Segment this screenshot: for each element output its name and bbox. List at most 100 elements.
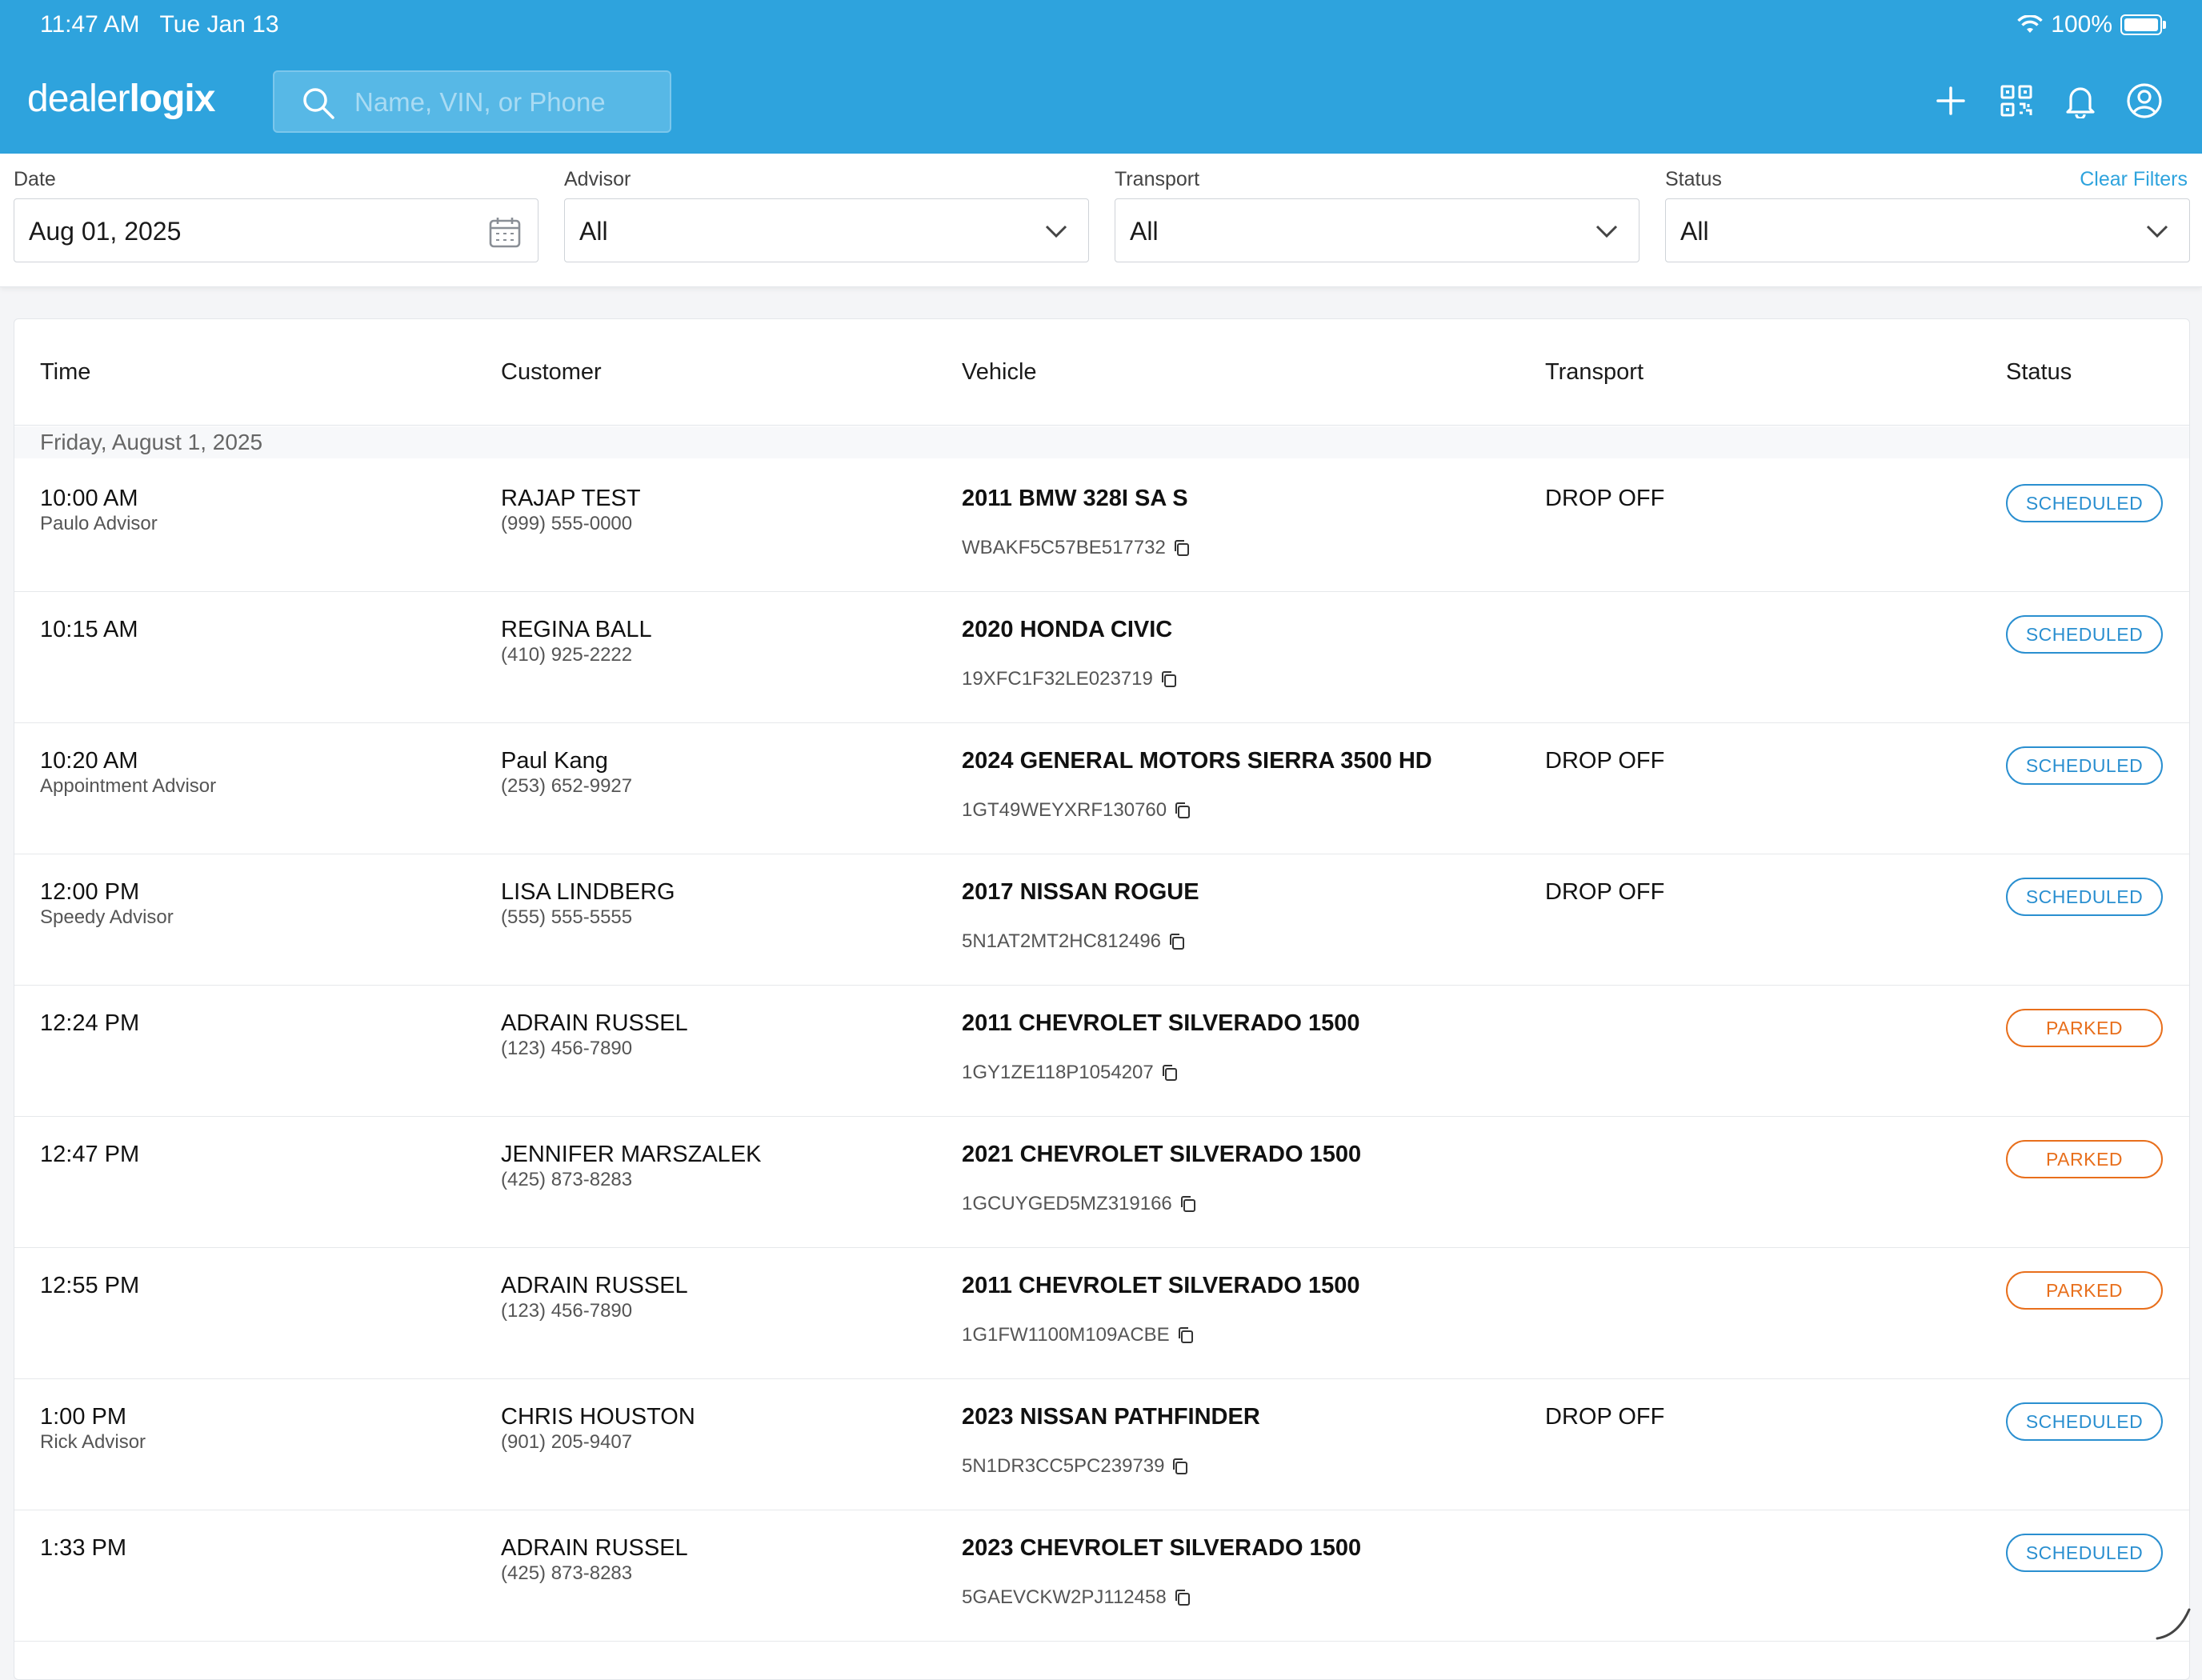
plus-icon[interactable]	[1930, 80, 1972, 122]
appointment-time: 12:24 PM	[40, 1010, 140, 1036]
search-input[interactable]	[353, 72, 660, 133]
customer-phone: (999) 555-0000	[501, 513, 633, 534]
vehicle-description: 2023 CHEVROLET SILVERADO 1500	[962, 1535, 1362, 1561]
advisor-select[interactable]: All	[564, 198, 1089, 262]
transport-select[interactable]: All	[1115, 198, 1639, 262]
vin-text: 1GT49WEYXRF130760	[962, 799, 1167, 821]
calendar-icon	[489, 218, 521, 248]
status-badge: SCHEDULED	[2006, 615, 2163, 654]
account-icon[interactable]	[2124, 80, 2165, 122]
chevron-down-icon	[1595, 225, 1618, 238]
wifi-icon	[2017, 15, 2043, 33]
bell-icon[interactable]	[2060, 80, 2101, 122]
filter-bar: Date Aug 01, 2025 Advisor All Transport …	[0, 154, 2202, 287]
vehicle-description: 2011 BMW 328I SA S	[962, 486, 1188, 511]
advisor-filter-label: Advisor	[564, 168, 631, 190]
table-row[interactable]: 12:24 PM ADRAIN RUSSEL (123) 456-7890 2011 …	[14, 985, 2189, 1117]
vin-field: 1GCUYGED5MZ319166	[962, 1193, 1198, 1215]
transport-type: DROP OFF	[1545, 486, 1665, 511]
vin-text: 1G1FW1100M109ACBE	[962, 1324, 1170, 1346]
chevron-down-icon	[2146, 225, 2168, 238]
date-filter-label: Date	[14, 168, 56, 190]
appointment-time: 12:00 PM	[40, 879, 140, 905]
table-row[interactable]: 10:00 AM Paulo Advisor RAJAP TEST (999) 555…	[14, 460, 2189, 592]
transport-value: All	[1130, 217, 1159, 246]
column-header-transport[interactable]: Transport	[1545, 359, 1643, 386]
status-badge: SCHEDULED	[2006, 878, 2163, 916]
customer-name: LISA LINDBERG	[501, 879, 675, 905]
appointment-time: 10:20 AM	[40, 748, 138, 774]
advisor-name: Appointment Advisor	[40, 775, 217, 797]
advisor-name: Paulo Advisor	[40, 513, 158, 534]
copy-icon[interactable]	[1172, 538, 1191, 558]
copy-icon[interactable]	[1176, 1326, 1195, 1345]
date-group-header: Friday, August 1, 2025	[14, 426, 2189, 458]
vin-text: 19XFC1F32LE023719	[962, 668, 1153, 690]
vehicle-description: 2011 CHEVROLET SILVERADO 1500	[962, 1010, 1360, 1036]
appointment-time: 10:15 AM	[40, 617, 138, 642]
copy-icon[interactable]	[1159, 670, 1179, 689]
customer-phone: (425) 873-8283	[501, 1169, 633, 1190]
chevron-down-icon	[1045, 225, 1067, 238]
status-badge: SCHEDULED	[2006, 484, 2163, 522]
resize-handle-icon[interactable]	[2146, 1595, 2194, 1643]
customer-phone: (425) 873-8283	[501, 1562, 633, 1584]
dealerlogix-logo: dealerlogix	[27, 78, 215, 120]
vin-field: 19XFC1F32LE023719	[962, 668, 1179, 690]
appointment-time: 12:55 PM	[40, 1273, 140, 1298]
battery-percent: 100%	[2051, 11, 2112, 38]
clear-filters-link[interactable]: Clear Filters	[2080, 168, 2188, 191]
vin-text: 1GY1ZE118P1054207	[962, 1062, 1154, 1083]
advisor-name: Rick Advisor	[40, 1431, 146, 1453]
table-row[interactable]: 12:00 PM Speedy Advisor LISA LINDBERG (555)…	[14, 854, 2189, 986]
status-badge: SCHEDULED	[2006, 746, 2163, 785]
copy-icon[interactable]	[1160, 1063, 1179, 1082]
status-badge: SCHEDULED	[2006, 1402, 2163, 1441]
advisor-value: All	[579, 217, 608, 246]
table-row[interactable]: 12:47 PM JENNIFER MARSZALEK (425) 873-8283…	[14, 1116, 2189, 1248]
customer-name: REGINA BALL	[501, 617, 652, 642]
transport-type: DROP OFF	[1545, 1404, 1665, 1430]
copy-icon[interactable]	[1173, 801, 1192, 820]
date-picker[interactable]: Aug 01, 2025	[14, 198, 538, 262]
transport-type: DROP OFF	[1545, 879, 1665, 905]
column-header-time[interactable]: Time	[40, 359, 90, 386]
app-header: 11:47 AM Tue Jan 13 100% dealerlogix	[0, 0, 2202, 154]
copy-icon[interactable]	[1171, 1457, 1190, 1476]
customer-phone: (901) 205-9407	[501, 1431, 633, 1453]
status-select[interactable]: All	[1665, 198, 2190, 262]
table-row[interactable]: 1:00 PM Rick Advisor CHRIS HOUSTON (901) 20…	[14, 1378, 2189, 1510]
search-box[interactable]	[273, 70, 671, 133]
customer-name: ADRAIN RUSSEL	[501, 1273, 688, 1298]
vehicle-description: 2011 CHEVROLET SILVERADO 1500	[962, 1273, 1360, 1298]
column-header-status[interactable]: Status	[2006, 359, 2072, 386]
appointments-table: Time Customer Vehicle Transport Status F…	[14, 318, 2190, 1680]
status-bar-time: 11:47 AM Tue Jan 13	[40, 11, 279, 38]
table-row[interactable]: 1:33 PM ADRAIN RUSSEL (425) 873-8283 2023 C…	[14, 1510, 2189, 1642]
search-icon	[303, 88, 334, 119]
customer-phone: (410) 925-2222	[501, 644, 633, 666]
vin-field: 5N1AT2MT2HC812496	[962, 930, 1187, 953]
copy-icon[interactable]	[1167, 932, 1187, 951]
copy-icon[interactable]	[1179, 1194, 1198, 1214]
copy-icon[interactable]	[1173, 1588, 1192, 1607]
customer-phone: (253) 652-9927	[501, 775, 633, 797]
vin-text: 1GCUYGED5MZ319166	[962, 1193, 1172, 1214]
table-header: Time Customer Vehicle Transport Status	[14, 319, 2189, 426]
battery-icon	[2120, 14, 2166, 35]
status-badge: PARKED	[2006, 1140, 2163, 1178]
qr-code-icon[interactable]	[1996, 80, 2037, 122]
column-header-vehicle[interactable]: Vehicle	[962, 359, 1037, 386]
transport-type: DROP OFF	[1545, 748, 1665, 774]
vehicle-description: 2017 NISSAN ROGUE	[962, 879, 1199, 905]
customer-name: CHRIS HOUSTON	[501, 1404, 695, 1430]
status-badge: SCHEDULED	[2006, 1534, 2163, 1572]
table-row[interactable]: 10:15 AM REGINA BALL (410) 925-2222 2020 HO…	[14, 591, 2189, 723]
column-header-customer[interactable]: Customer	[501, 359, 602, 386]
vin-text: 5GAEVCKW2PJ112458	[962, 1586, 1167, 1608]
vehicle-description: 2023 NISSAN PATHFINDER	[962, 1404, 1260, 1430]
transport-filter-label: Transport	[1115, 168, 1200, 190]
table-row[interactable]: 12:55 PM ADRAIN RUSSEL (123) 456-7890 2011 …	[14, 1247, 2189, 1379]
status-bar-right: 100%	[2017, 11, 2166, 38]
table-row[interactable]: 10:20 AM Appointment Advisor Paul Kang (253…	[14, 722, 2189, 854]
